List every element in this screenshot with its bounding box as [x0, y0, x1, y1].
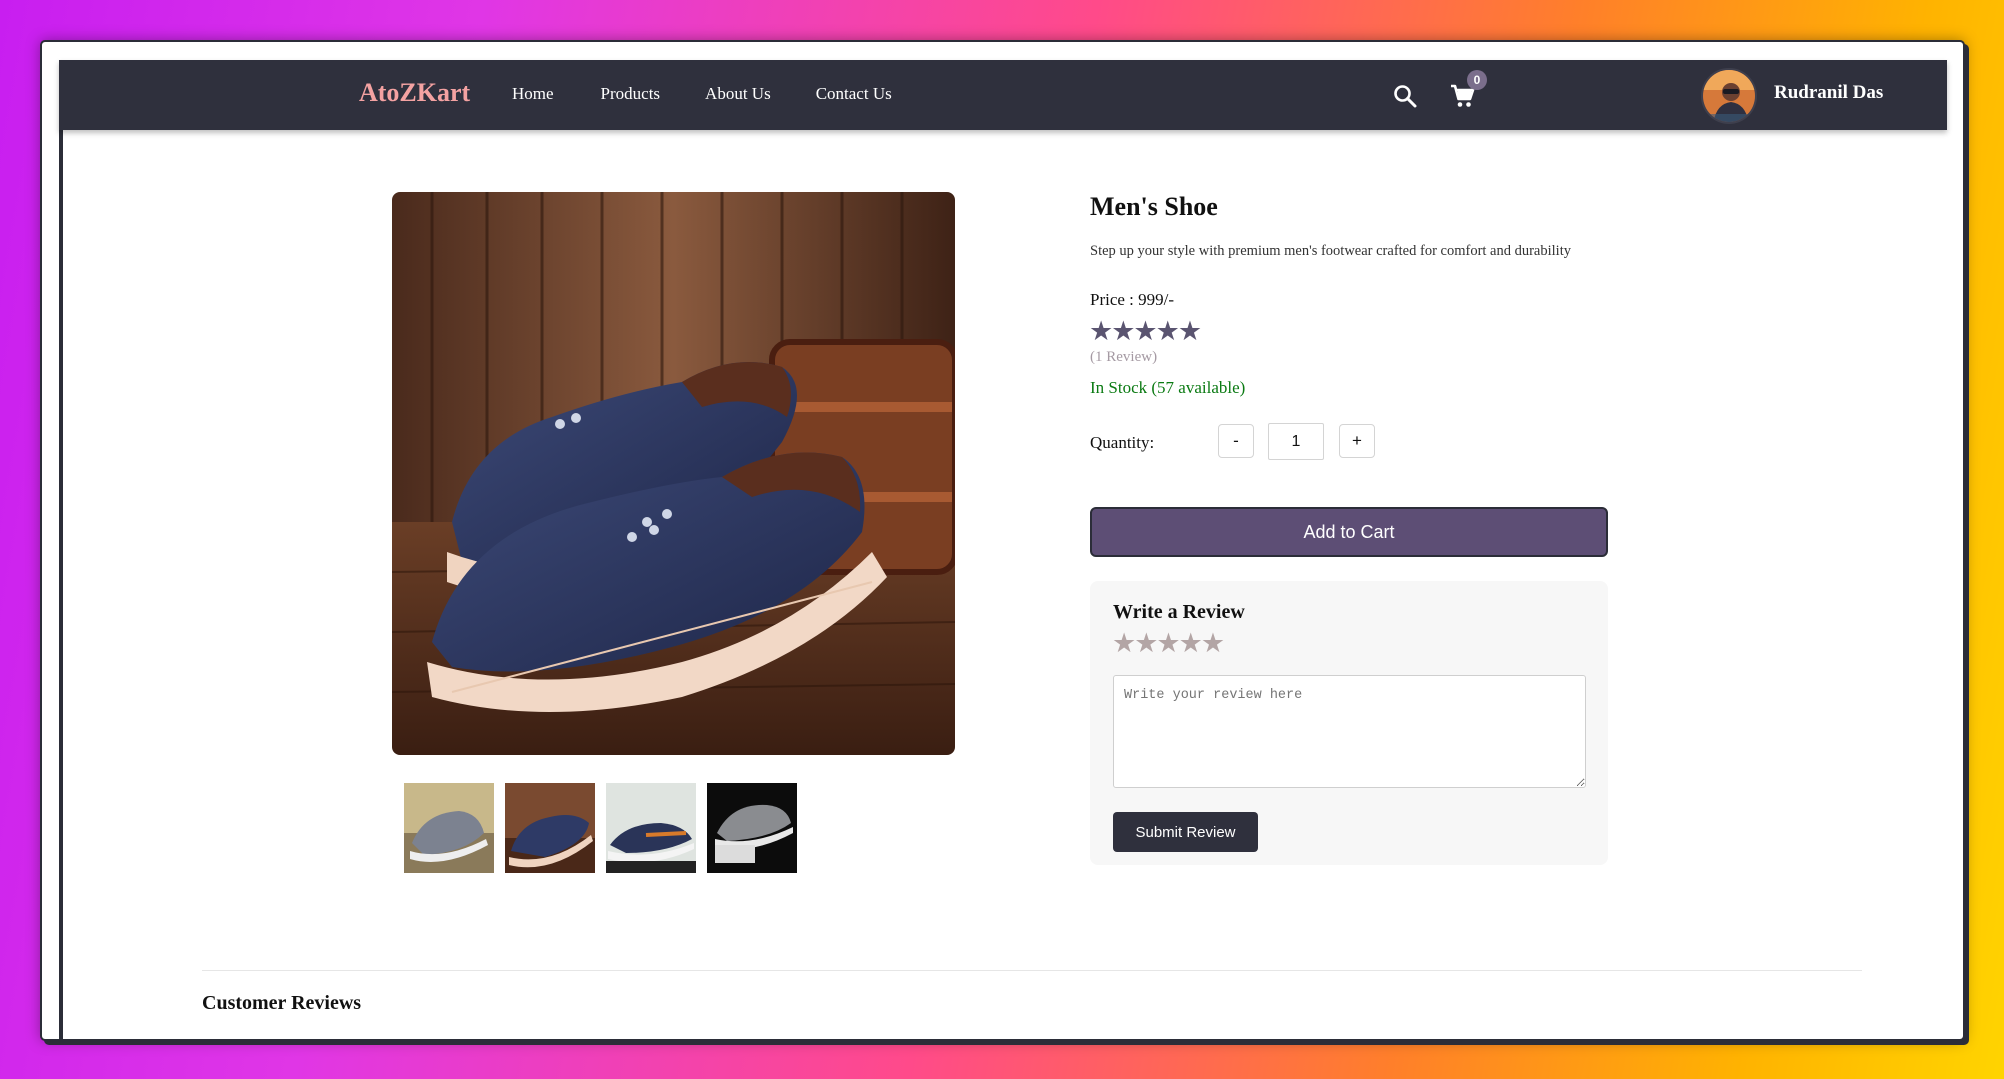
review-rating-input[interactable]: ★★★★★ [1112, 628, 1225, 659]
avatar[interactable] [1701, 68, 1757, 124]
section-divider [202, 970, 1862, 971]
review-textarea[interactable] [1113, 675, 1586, 788]
quantity-increase-button[interactable]: + [1339, 424, 1375, 458]
product-main-image [392, 192, 955, 755]
nav-links: Home Products About Us Contact Us [512, 84, 937, 104]
thumbnail-3[interactable] [606, 783, 696, 873]
site-logo[interactable]: AtoZKart [359, 78, 470, 108]
quantity-input[interactable] [1268, 423, 1324, 460]
thumbnail-1[interactable] [404, 783, 494, 873]
review-form: Write a Review ★★★★★ Submit Review [1090, 581, 1608, 865]
product-title: Men's Shoe [1090, 192, 1218, 221]
thumbnail-strip [404, 783, 797, 873]
navbar: AtoZKart Home Products About Us Contact … [59, 60, 1947, 130]
username[interactable]: Rudranil Das [1774, 82, 1883, 104]
nav-contact-us[interactable]: Contact Us [816, 84, 892, 104]
stock-status: In Stock (57 available) [1090, 378, 1246, 397]
cart-button[interactable]: 0 [1449, 70, 1487, 110]
nav-products[interactable]: Products [601, 84, 661, 104]
browser-frame: AtoZKart Home Products About Us Contact … [40, 40, 1965, 1041]
page-content: AtoZKart Home Products About Us Contact … [59, 60, 1947, 1039]
rating-stars: ★★★★★ [1089, 316, 1202, 346]
cart-count-badge: 0 [1467, 70, 1487, 90]
search-icon[interactable] [1392, 83, 1418, 109]
nav-about-us[interactable]: About Us [705, 84, 771, 104]
nav-home[interactable]: Home [512, 84, 554, 104]
quantity-label: Quantity: [1090, 433, 1155, 452]
quantity-decrease-button[interactable]: - [1218, 424, 1254, 458]
customer-reviews-heading: Customer Reviews [202, 992, 362, 1014]
add-to-cart-button[interactable]: Add to Cart [1090, 507, 1608, 557]
review-form-title: Write a Review [1113, 601, 1245, 623]
product-description: Step up your style with premium men's fo… [1090, 243, 1571, 259]
thumbnail-2[interactable] [505, 783, 595, 873]
product-price: Price : 999/- [1090, 290, 1175, 309]
review-count: (1 Review) [1090, 349, 1158, 365]
thumbnail-4[interactable] [707, 783, 797, 873]
submit-review-button[interactable]: Submit Review [1113, 812, 1258, 852]
